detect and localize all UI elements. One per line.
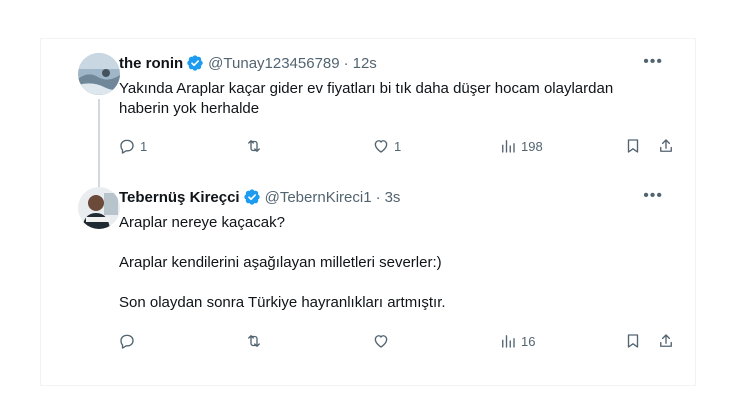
reply-button[interactable]: 1 (118, 137, 147, 155)
display-name[interactable]: the ronin (119, 55, 183, 72)
tweet-actions: 1 1 198 (41, 137, 695, 159)
reply-icon (120, 334, 134, 349)
verified-badge-icon (243, 189, 260, 205)
bookmark-icon (627, 139, 639, 153)
share-icon (660, 334, 672, 347)
tweet-text-line: Araplar kendilerini aşağılayan milletler… (119, 254, 442, 271)
retweet-icon (248, 335, 260, 347)
bookmark-icon (627, 334, 639, 348)
tweet-header: Tebernüş Kireçci @TebernKireci1 · 3s (119, 187, 400, 207)
heart-icon (374, 335, 388, 348)
tweet-text-line: haberin yok herhalde (119, 100, 260, 117)
share-icon (660, 139, 672, 152)
reply-button[interactable] (118, 332, 140, 350)
verified-badge-icon (187, 55, 203, 71)
user-handle[interactable]: @Tunay123456789 (208, 55, 339, 72)
like-count: 1 (394, 138, 402, 154)
tweet-text: Yakında Araplar kaçar gider ev fiyatları… (119, 79, 613, 119)
avatar[interactable] (78, 187, 120, 229)
tweet-header: the ronin @Tunay123456789 · 12s (119, 53, 377, 73)
views-icon (502, 140, 515, 153)
retweet-button[interactable] (245, 332, 267, 350)
like-button[interactable] (372, 332, 394, 350)
more-icon[interactable]: ••• (643, 187, 663, 205)
share-button[interactable] (657, 137, 675, 155)
more-icon[interactable]: ••• (643, 53, 663, 71)
separator-dot: · (343, 54, 349, 72)
views-count: 198 (521, 138, 543, 154)
display-name[interactable]: Tebernüş Kireçci (119, 189, 240, 206)
tweet-2[interactable]: Tebernüş Kireçci @TebernKireci1 · 3s •••… (41, 173, 695, 383)
like-button[interactable]: 1 (372, 137, 401, 155)
retweet-icon (248, 140, 260, 152)
bookmark-button[interactable] (624, 332, 642, 350)
tweet-text: Araplar nereye kaçacak? Araplar kendiler… (119, 213, 446, 313)
reply-icon (120, 139, 134, 154)
tweet-text-line: Yakında Araplar kaçar gider ev fiyatları… (119, 80, 614, 97)
views-button[interactable]: 198 (499, 137, 543, 155)
share-button[interactable] (657, 332, 675, 350)
reply-count: 1 (140, 138, 148, 154)
views-icon (502, 335, 515, 348)
bookmark-button[interactable] (624, 137, 642, 155)
separator-dot: · (375, 188, 381, 206)
tweet-text-line: Araplar nereye kaçacak? (119, 214, 285, 231)
tweet-1[interactable]: the ronin @Tunay123456789 · 12s ••• Yakı… (41, 39, 695, 211)
views-count: 16 (521, 333, 536, 349)
retweet-button[interactable] (245, 137, 267, 155)
views-button[interactable]: 16 (499, 332, 535, 350)
tweet-text-line: Son olaydan sonra Türkiye hayranlıkları … (119, 294, 446, 311)
avatar[interactable] (78, 53, 120, 95)
tweet-actions: 16 (41, 332, 695, 354)
timestamp[interactable]: 3s (385, 189, 401, 206)
heart-icon (374, 140, 388, 153)
conversation-card: the ronin @Tunay123456789 · 12s ••• Yakı… (40, 38, 696, 386)
user-handle[interactable]: @TebernKireci1 (265, 189, 372, 206)
timestamp[interactable]: 12s (353, 55, 377, 72)
